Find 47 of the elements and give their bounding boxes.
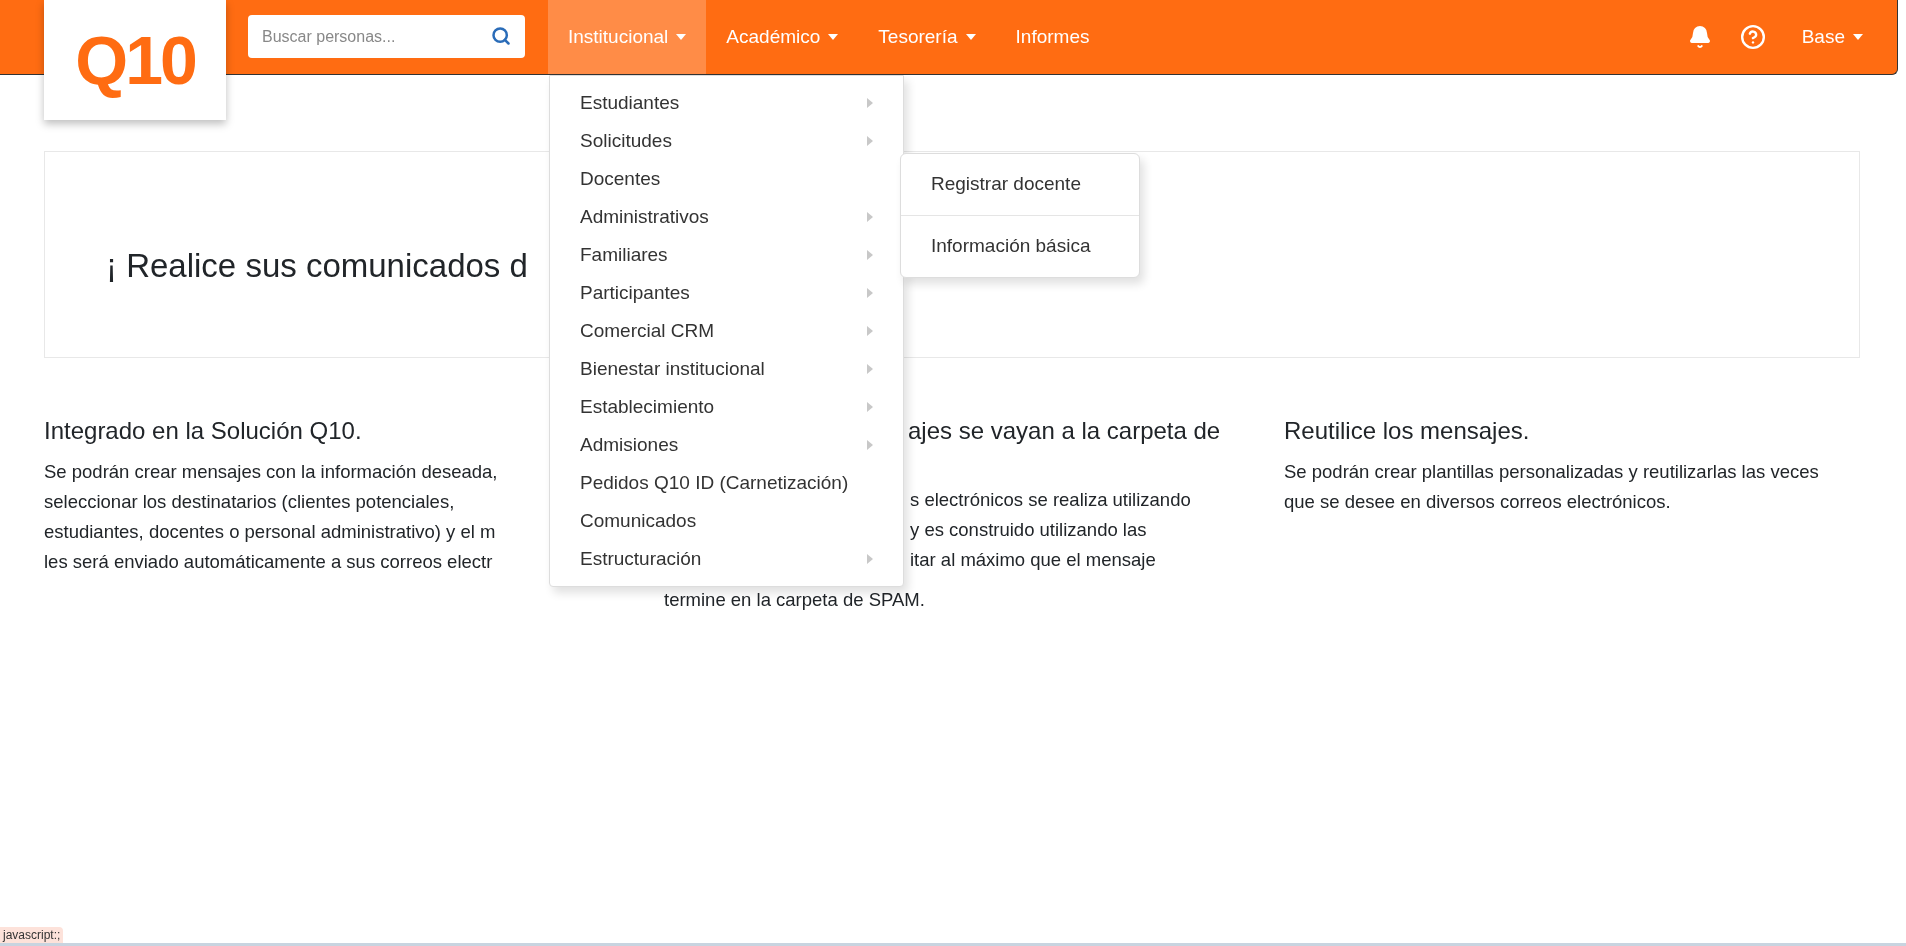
- menu-item[interactable]: Estructuración: [550, 540, 903, 578]
- help-icon[interactable]: [1739, 24, 1766, 50]
- caret-icon: [828, 34, 839, 40]
- menu-item[interactable]: Estudiantes: [550, 84, 903, 122]
- feature-text: termine en la carpeta de SPAM.: [664, 588, 925, 612]
- submenu-arrow-icon: [867, 136, 873, 146]
- submenu-arrow-icon: [867, 554, 873, 564]
- menu-item[interactable]: Pedidos Q10 ID (Carnetización): [550, 464, 903, 502]
- menu-item[interactable]: Solicitudes: [550, 122, 903, 160]
- submenu-arrow-icon: [867, 212, 873, 222]
- caret-icon: [1853, 34, 1863, 40]
- hero-title: ¡ Realice sus comunicados d: [106, 245, 528, 286]
- menu-item[interactable]: Comercial CRM: [550, 312, 903, 350]
- submenu-arrow-icon: [867, 364, 873, 374]
- feature-text: itar al máximo que el mensaje: [910, 548, 1156, 572]
- submenu-arrow-icon: [867, 98, 873, 108]
- feature-heading: ajes se vayan a la carpeta de: [908, 416, 1221, 446]
- menu-item[interactable]: Participantes: [550, 274, 903, 312]
- notifications-bell-icon[interactable]: [1687, 25, 1712, 49]
- menu-item[interactable]: Bienestar institucional: [550, 350, 903, 388]
- feature-text: les será enviado automáticamente a sus correos electr: [44, 550, 493, 574]
- caret-icon: [965, 34, 976, 40]
- status-bar-url: javascript:;: [0, 927, 64, 943]
- menu-item[interactable]: Registrar docente: [901, 154, 1139, 215]
- search-field[interactable]: Buscar personas...: [248, 15, 525, 58]
- menu-item[interactable]: Admisiones: [550, 426, 903, 464]
- feature-text: estudiantes, docentes o personal administrativo) y el m: [44, 520, 496, 544]
- menu-item[interactable]: Comunicados: [550, 502, 903, 540]
- feature-text: y es construido utilizando las: [910, 518, 1147, 542]
- menu-item[interactable]: Familiares: [550, 236, 903, 274]
- submenu-arrow-icon: [867, 250, 873, 260]
- submenu-arrow-icon: [867, 440, 873, 450]
- menu-item[interactable]: Docentes: [550, 160, 903, 198]
- menu-item[interactable]: Administrativos: [550, 198, 903, 236]
- caret-icon: [676, 34, 687, 40]
- menu-item[interactable]: Establecimiento: [550, 388, 903, 426]
- menu-item[interactable]: Información básica: [901, 216, 1139, 277]
- feature-text: seleccionar los destinatarios (clientes potenciales,: [44, 490, 455, 514]
- feature-text: Se podrán crear plantillas personalizadas y reutilizarlas las veces que se desee en diversos correos electrónicos.: [1284, 460, 1820, 514]
- feature-text: s electrónicos se realiza utilizando: [910, 488, 1191, 512]
- submenu-arrow-icon: [867, 402, 873, 412]
- feature-heading: Integrado en la Solución Q10.: [44, 416, 362, 446]
- feature-text: Se podrán crear mensajes con la información deseada,: [44, 460, 498, 484]
- search-icon[interactable]: [491, 26, 511, 46]
- submenu-arrow-icon: [867, 326, 873, 336]
- submenu-arrow-icon: [867, 288, 873, 298]
- feature-heading: Reutilice los mensajes.: [1284, 416, 1530, 446]
